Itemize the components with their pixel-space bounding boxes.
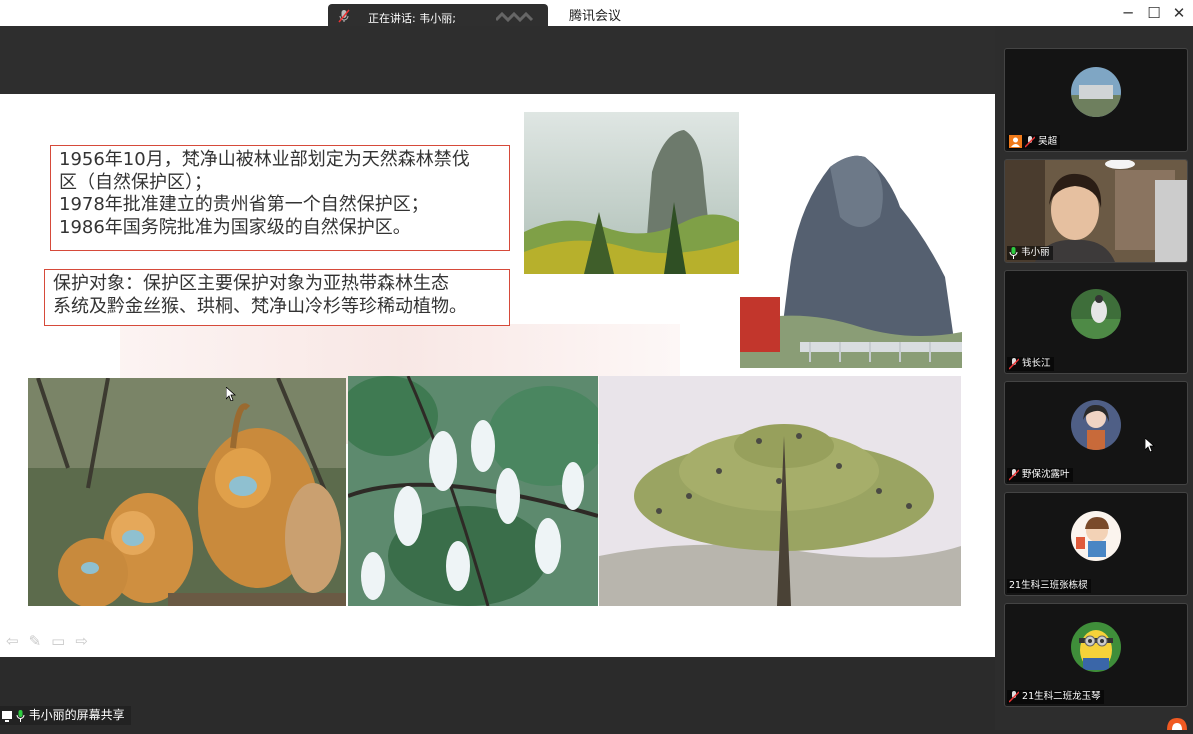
host-badge-icon — [1009, 135, 1022, 148]
maximize-button[interactable]: ☐ — [1143, 2, 1165, 24]
participant-tile[interactable]: 野保沈露叶 — [1004, 381, 1188, 485]
participant-tile[interactable]: 吴超 — [1004, 48, 1188, 152]
mouse-cursor-icon — [225, 386, 237, 405]
screen-share-icon — [2, 710, 12, 722]
participant-name: 钱长江 — [1022, 358, 1051, 369]
title-bar: 正在讲话: 韦小丽; 腾讯会议 ─ ☐ ✕ — [0, 0, 1193, 28]
app-logo-icon — [1165, 714, 1189, 734]
participant-name-tag: 野保沈露叶 — [1007, 468, 1073, 482]
minimize-button[interactable]: ─ — [1117, 2, 1139, 24]
muted-mic-icon — [1008, 357, 1020, 370]
pen-icon[interactable]: ✎ — [29, 632, 52, 650]
mushroom-rock-photo — [740, 147, 962, 368]
muted-mic-icon — [338, 9, 350, 26]
speaking-text: 正在讲话: 韦小丽; — [368, 12, 456, 25]
speaking-indicator: 正在讲话: 韦小丽; — [328, 4, 548, 28]
participant-name: 野保沈露叶 — [1022, 469, 1070, 480]
participant-tile[interactable]: 钱长江 — [1004, 270, 1188, 374]
participant-name: 吴超 — [1038, 136, 1058, 147]
participant-name-tag: 韦小丽 — [1007, 246, 1053, 260]
slide-toolbar: ⇦✎▭⇨ — [6, 632, 98, 650]
dove-tree-photo — [348, 376, 598, 606]
history-line: 1986年国务院批准为国家级的自然保护区。 — [59, 216, 411, 238]
history-line: 1978年批准建立的贵州省第一个自然保护区； — [59, 194, 429, 215]
audio-wave-icon — [494, 11, 536, 25]
shared-screen-bottom-border — [0, 657, 995, 730]
participant-tile[interactable]: 21生科二班龙玉琴 — [1004, 603, 1188, 707]
protection-text-box: 保护对象：保护区主要保护对象为亚热带森林生态 系统及黔金丝猴、珙桐、梵净山冷杉等… — [44, 269, 510, 326]
screen-share-label: 韦小丽的屏幕共享 — [0, 706, 131, 725]
participant-name: 21生科二班龙玉琴 — [1022, 691, 1101, 702]
protection-line: 系统及黔金丝猴、珙桐、梵净山冷杉等珍稀动植物。 — [53, 295, 467, 317]
history-line: 1956年10月，梵净山被林业部划定为天然森林禁伐 — [59, 149, 470, 170]
participant-panel: 吴超 韦小丽 钱长江 野保沈露叶 21生科三班张栋棂 21生科二班龙玉琴 — [995, 26, 1193, 730]
avatar — [1071, 400, 1121, 450]
muted-mic-icon — [1024, 135, 1036, 148]
menu-icon[interactable]: ▭ — [51, 632, 75, 650]
avatar — [1071, 622, 1121, 672]
history-text-box: 1956年10月，梵净山被林业部划定为天然森林禁伐 区（自然保护区）； 1978… — [50, 145, 510, 251]
golden-monkeys-photo — [28, 378, 346, 606]
fir-tree-photo — [599, 376, 961, 606]
misty-mountain-photo — [524, 112, 739, 274]
mic-on-icon — [16, 709, 25, 722]
presentation-slide: 1956年10月，梵净山被林业部划定为天然森林禁伐 区（自然保护区）； 1978… — [0, 94, 995, 657]
participant-tile[interactable]: 21生科三班张栋棂 — [1004, 492, 1188, 596]
participant-name-tag: 钱长江 — [1007, 357, 1054, 371]
avatar — [1071, 289, 1121, 339]
shared-screen-top-border — [0, 26, 995, 94]
previous-slide-icon[interactable]: ⇦ — [6, 632, 29, 650]
avatar — [1071, 511, 1121, 561]
participant-tile[interactable]: 韦小丽 — [1004, 159, 1188, 263]
muted-mic-icon — [1008, 690, 1020, 703]
next-slide-icon[interactable]: ⇨ — [75, 632, 98, 650]
close-button[interactable]: ✕ — [1168, 2, 1190, 24]
mouse-cursor-icon — [1144, 437, 1156, 456]
participant-name-tag: 21生科二班龙玉琴 — [1007, 690, 1104, 704]
mic-on-icon — [1009, 246, 1018, 259]
participant-name: 21生科三班张栋棂 — [1009, 580, 1088, 591]
avatar — [1071, 67, 1121, 117]
app-title: 腾讯会议 — [569, 9, 622, 24]
participant-name-tag: 21生科三班张栋棂 — [1007, 579, 1091, 593]
protection-line: 保护对象：保护区主要保护对象为亚热带森林生态 — [53, 273, 449, 294]
participant-name-tag: 吴超 — [1007, 135, 1061, 149]
muted-mic-icon — [1008, 468, 1020, 481]
screen-share-text: 韦小丽的屏幕共享 — [28, 708, 125, 722]
history-line: 区（自然保护区）； — [59, 171, 212, 193]
participant-name: 韦小丽 — [1021, 247, 1050, 258]
